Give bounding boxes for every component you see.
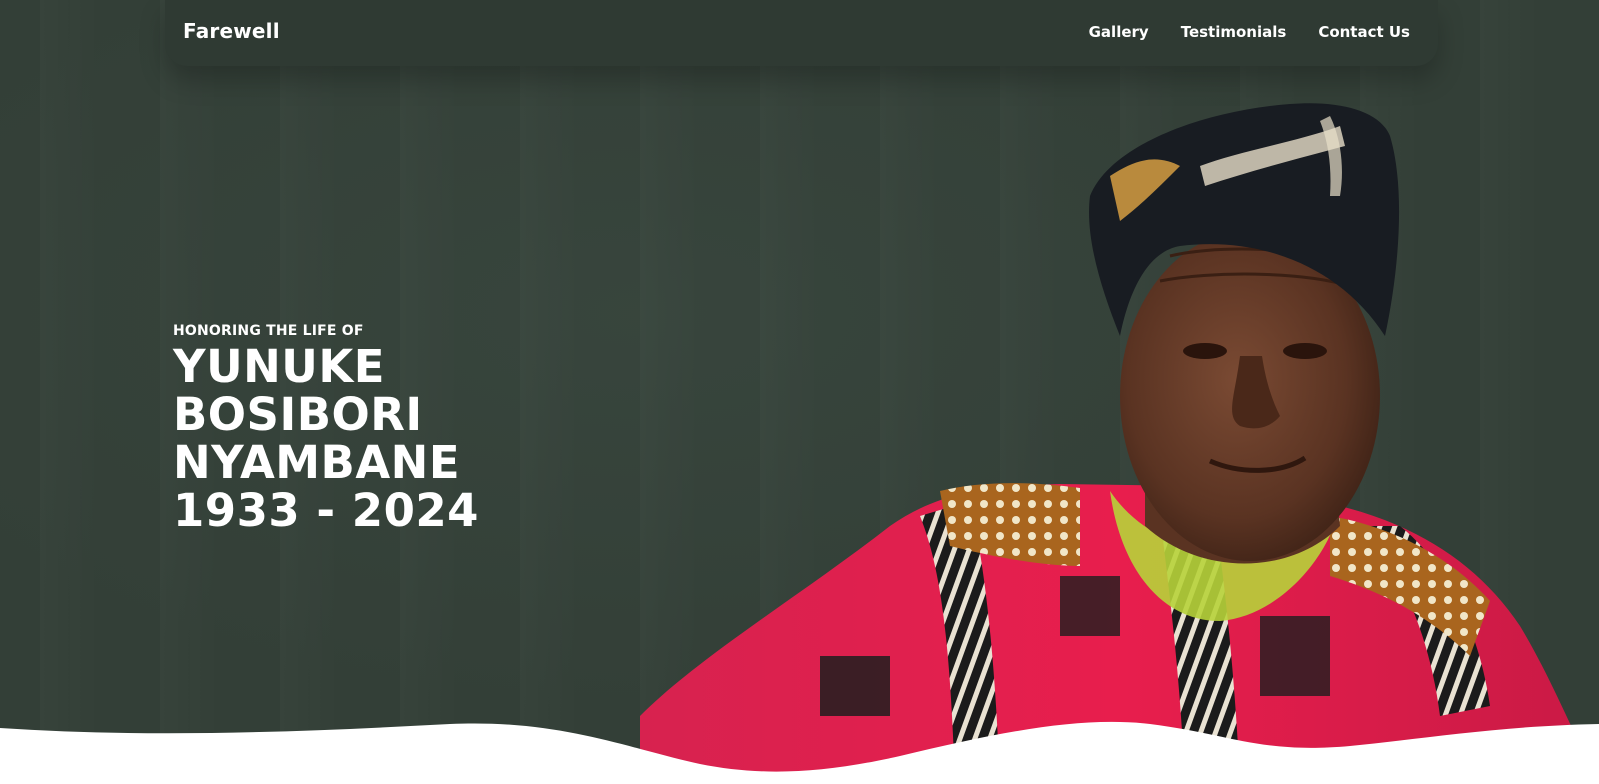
brand-logo[interactable]: Farewell bbox=[183, 19, 280, 43]
hero-name-line-2: BOSIBORI bbox=[173, 388, 423, 441]
hero-name-line-3: NYAMBANE bbox=[173, 436, 461, 489]
nav-link-gallery[interactable]: Gallery bbox=[1089, 23, 1149, 41]
nav-link-contact-us[interactable]: Contact Us bbox=[1318, 23, 1410, 41]
hero-name-line-1: YUNUKE bbox=[173, 340, 385, 393]
hero-text: HONORING THE LIFE OF YUNUKE BOSIBORI NYA… bbox=[173, 323, 479, 535]
hero-section: Farewell Gallery Testimonials Contact Us… bbox=[0, 0, 1599, 784]
hero-years: 1933 - 2024 bbox=[173, 484, 479, 537]
hero-eyebrow: HONORING THE LIFE OF bbox=[173, 323, 364, 339]
nav-link-testimonials[interactable]: Testimonials bbox=[1181, 23, 1287, 41]
navbar: Farewell Gallery Testimonials Contact Us bbox=[165, 0, 1438, 66]
nav-links: Gallery Testimonials Contact Us bbox=[1089, 23, 1410, 41]
wave-divider bbox=[0, 721, 1599, 784]
